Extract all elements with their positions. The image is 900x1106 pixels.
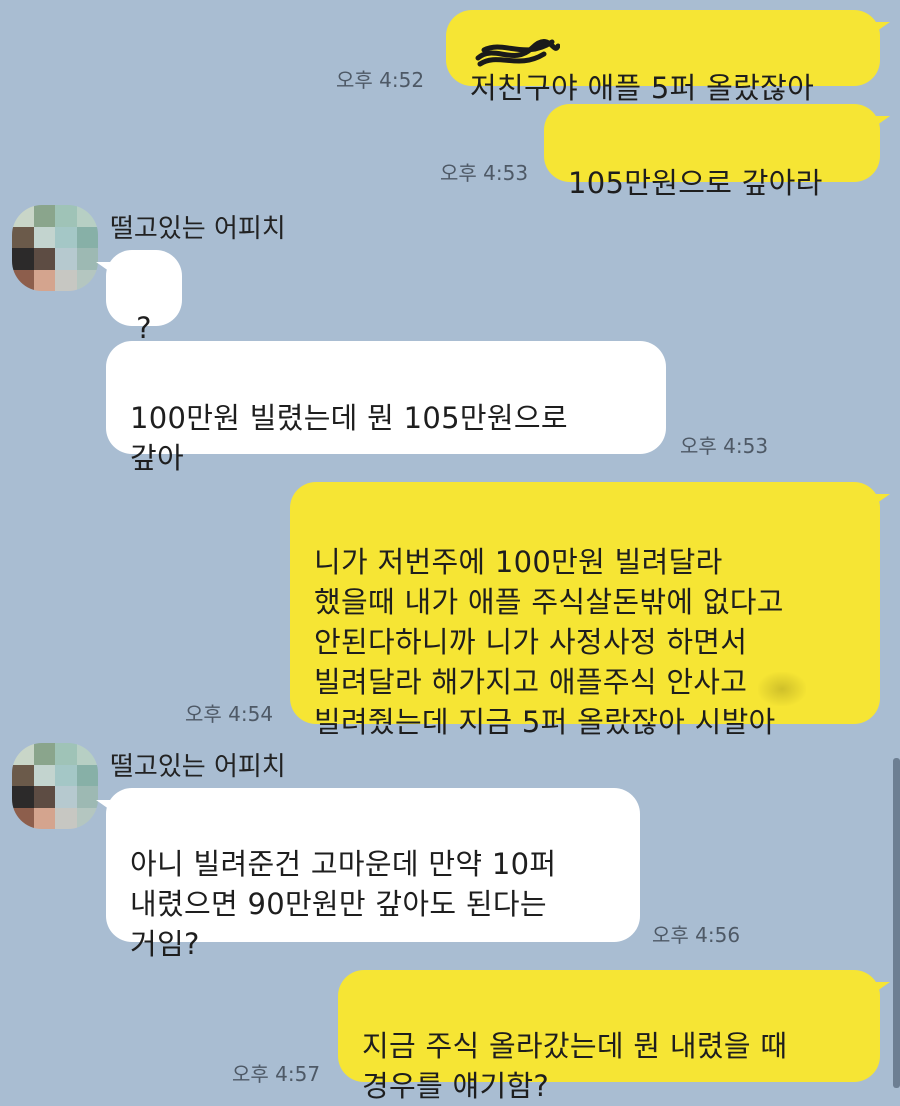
my-message-text: 저친구야 애플 5퍼 올랐잖아	[470, 71, 815, 105]
my-message-text: 니가 저번주에 100만원 빌려달라 했을때 내가 애플 주식살돈밖에 없다고 …	[314, 545, 784, 739]
my-message-bubble[interactable]: 지금 주식 올라갔는데 뭔 내렸을 때 경우를 얘기함?	[338, 970, 890, 1103]
my-message-bubble[interactable]: 105만원으로 갚아라	[544, 104, 890, 200]
sender-name: 떨고있는 어피치	[110, 214, 286, 244]
redaction-blur	[758, 672, 806, 706]
their-message-bubble[interactable]: ?	[96, 250, 182, 345]
their-message-bubble[interactable]: 100만원 빌렸는데 뭔 105만원으로 갚아	[106, 341, 666, 475]
message-timestamp: 오후 4:52	[336, 68, 425, 92]
their-message-text: ?	[136, 311, 152, 345]
their-message-text: 100만원 빌렸는데 뭔 105만원으로 갚아	[130, 401, 568, 475]
redaction-scribble-icon	[475, 39, 560, 67]
pixelated-avatar-icon[interactable]	[12, 205, 98, 291]
message-timestamp: 오후 4:53	[680, 434, 769, 458]
their-message-bubble[interactable]: 아니 빌려준건 고마운데 만약 10퍼 내렸으면 90만원만 갚아도 된다는 거…	[96, 788, 640, 961]
message-timestamp: 오후 4:56	[652, 923, 741, 947]
sender-name: 떨고있는 어피치	[110, 752, 286, 782]
scrollbar[interactable]	[893, 758, 900, 1088]
pixelated-avatar-icon[interactable]	[12, 743, 98, 829]
my-message-text: 지금 주식 올라갔는데 뭔 내렸을 때 경우를 얘기함?	[362, 1029, 788, 1103]
my-message-text: 105만원으로 갚아라	[568, 166, 823, 200]
their-message-text: 아니 빌려준건 고마운데 만약 10퍼 내렸으면 90만원만 갚아도 된다는 거…	[130, 847, 557, 961]
message-timestamp: 오후 4:53	[440, 161, 529, 185]
message-timestamp: 오후 4:57	[232, 1062, 321, 1086]
message-timestamp: 오후 4:54	[185, 702, 274, 726]
